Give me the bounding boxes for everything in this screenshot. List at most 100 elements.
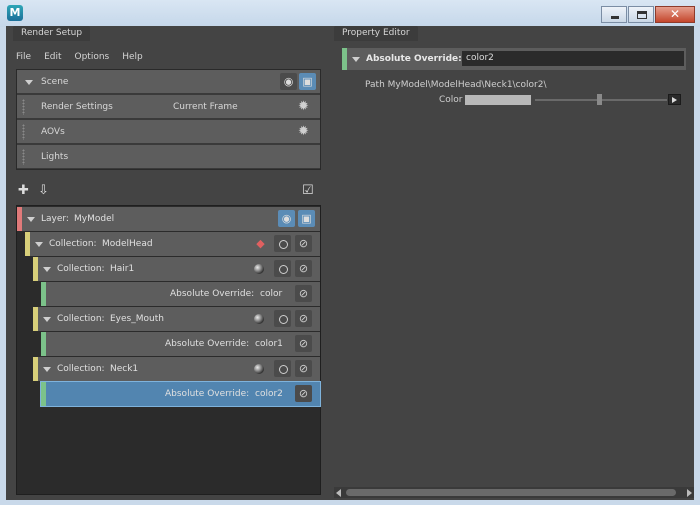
render-settings-value: Current Frame [173,102,238,112]
expand-triangle-icon[interactable] [43,317,51,322]
minimize-button[interactable] [601,6,627,23]
override-name-field[interactable]: color2 [462,51,684,66]
collection-name: ModelHead [102,239,153,249]
override-color-bar [41,332,46,356]
maximize-icon [637,11,647,19]
expand-triangle-icon[interactable] [27,217,35,222]
collection-color-bar [33,307,38,331]
disable-icon[interactable]: ⊘ [295,260,312,277]
scroll-left-icon[interactable] [336,489,341,497]
layer-prefix: Layer: [41,214,69,224]
override-header: Absolute Override: color2 [342,48,686,70]
override-row-selected[interactable]: Absolute Override: color2 ⊘ [40,381,321,407]
expand-triangle-icon[interactable] [43,367,51,372]
aovs-label: AOVs [41,127,65,137]
override-name: color1 [255,339,283,349]
collection-row[interactable]: Collection: Eyes_Mouth ⊘ [33,307,320,331]
drag-handle[interactable] [22,149,25,165]
override-prefix: Absolute Override: [165,389,250,399]
lights-label: Lights [41,152,69,162]
collection-row[interactable]: Collection: Hair1 ⊘ [33,257,320,281]
lights-row[interactable]: Lights [17,145,320,169]
menu-file[interactable]: File [16,49,31,65]
collection-prefix: Collection: [57,364,105,374]
property-editor-pane: Absolute Override: color2 Path MyModel\M… [334,41,694,500]
override-header-label: Absolute Override: [366,54,462,64]
scene-label: Scene [41,77,69,87]
shader-sphere-icon[interactable] [254,314,264,324]
create-layer-icon[interactable]: ✚ [18,183,29,199]
disable-icon[interactable]: ⊘ [295,235,312,252]
override-prefix: Absolute Override: [170,289,255,299]
override-name: color2 [255,389,283,399]
tab-property-editor[interactable]: Property Editor [334,26,418,41]
scene-section: Scene ◉ ▣ Render Settings Current Frame … [16,69,321,170]
collection-name: Neck1 [110,364,139,374]
collection-row[interactable]: Collection: ModelHead ◆ ⊘ [25,232,320,256]
override-row[interactable]: Absolute Override: color1 ⊘ [41,332,320,356]
map-texture-button[interactable] [668,94,681,105]
disable-icon[interactable]: ⊘ [295,335,312,352]
collapse-triangle-icon[interactable] [352,57,360,62]
override-row[interactable]: Absolute Override: color ⊘ [41,282,320,306]
render-layer-icon[interactable]: ▣ [299,73,316,90]
settings-gear-icon[interactable]: ✹ [298,100,309,113]
shader-sphere-icon[interactable] [254,364,264,374]
menu-options[interactable]: Options [75,49,110,65]
layer-color-bar [17,207,22,231]
color-swatch[interactable] [465,95,531,105]
override-name: color [260,289,283,299]
scrollbar-thumb[interactable] [346,489,676,496]
enable-icon[interactable] [274,235,291,252]
render-settings-label: Render Settings [41,102,113,112]
menu-help[interactable]: Help [122,49,143,65]
drag-handle[interactable] [22,124,25,140]
disable-icon[interactable]: ⊘ [295,285,312,302]
minimize-icon [611,16,619,19]
disable-icon[interactable]: ⊘ [295,310,312,327]
scene-row[interactable]: Scene ◉ ▣ [17,70,320,94]
aovs-row[interactable]: AOVs ✹ [17,120,320,144]
window-controls: ✕ [600,6,695,23]
override-prefix: Absolute Override: [165,339,250,349]
render-setup-pane: File Edit Options Help Scene ◉ ▣ Render … [13,41,328,496]
layer-name: MyModel [74,214,115,224]
maya-app-icon: M [7,5,23,21]
layer-visibility-eye-icon[interactable]: ◉ [278,210,295,227]
collection-row[interactable]: Collection: Neck1 ⊘ [33,357,320,381]
menu-edit[interactable]: Edit [44,49,61,65]
override-color-bar [41,382,46,406]
tab-render-setup[interactable]: Render Setup [13,26,91,41]
layer-render-icon[interactable]: ▣ [298,210,315,227]
expand-triangle-icon[interactable] [35,242,43,247]
disable-icon[interactable]: ⊘ [295,385,312,402]
layer-tree: Layer: MyModel ◉ ▣ Collection: ModelHead… [16,205,321,495]
visibility-eye-icon[interactable]: ◉ [280,73,297,90]
close-icon: ✕ [669,7,681,21]
maximize-button[interactable] [628,6,654,23]
expand-triangle-icon[interactable] [25,80,33,85]
render-checklist-icon[interactable]: ☑ [302,183,314,199]
collection-color-bar [25,232,30,256]
disable-icon[interactable]: ⊘ [295,360,312,377]
scroll-right-icon[interactable] [687,489,692,497]
color-label: Color [439,95,463,105]
enable-icon[interactable] [274,310,291,327]
import-icon[interactable]: ⇩ [38,183,49,199]
enable-icon[interactable] [274,260,291,277]
layer-row[interactable]: Layer: MyModel ◉ ▣ [17,207,320,231]
horizontal-scrollbar[interactable] [334,487,694,498]
expand-triangle-icon[interactable] [43,267,51,272]
drag-handle[interactable] [22,99,25,115]
shader-sphere-icon[interactable] [254,264,264,274]
enable-icon[interactable] [274,360,291,377]
color-slider-handle[interactable] [597,94,602,105]
isolate-select-icon[interactable]: ◆ [252,235,269,252]
path-line: Path MyModel\ModelHead\Neck1\color2\ [365,79,547,91]
collection-name: Eyes_Mouth [110,314,164,324]
collection-prefix: Collection: [57,264,105,274]
close-button[interactable]: ✕ [655,6,695,23]
render-settings-row[interactable]: Render Settings Current Frame ✹ [17,95,320,119]
property-editor-content: Absolute Override: color2 Path MyModel\M… [334,41,694,485]
aovs-gear-icon[interactable]: ✹ [298,125,309,138]
